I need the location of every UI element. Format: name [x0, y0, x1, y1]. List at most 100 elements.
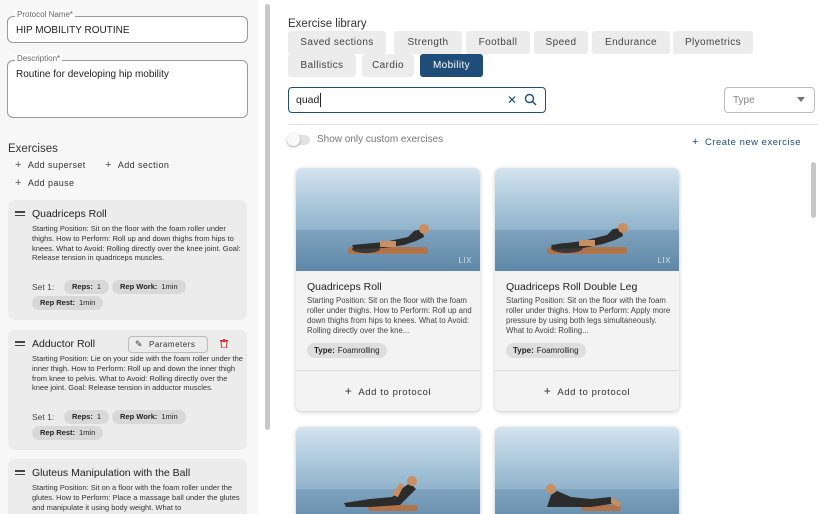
exercise-name: Adductor Roll	[32, 338, 96, 350]
plus-icon: +	[543, 384, 552, 398]
create-new-exercise-button[interactable]: + Create new exercise	[692, 136, 801, 148]
protocol-description-value[interactable]: Routine for developing hip mobility	[16, 69, 169, 80]
exercise-description: Starting Position: Lie on your side with…	[32, 354, 243, 393]
add-to-protocol-button[interactable]: + Add to protocol	[495, 384, 679, 398]
rep-work-label: Rep Work:	[120, 282, 158, 291]
set-label: Set 1:	[32, 282, 55, 292]
custom-exercises-toggle-label: Show only custom exercises	[317, 134, 444, 145]
rep-rest-label: Rep Rest:	[40, 298, 76, 307]
protocol-editor-panel: Protocol Name* HIP MOBILITY ROUTINE Desc…	[0, 0, 258, 514]
parameters-button[interactable]: ✎ Parameters	[128, 336, 208, 353]
add-to-protocol-button[interactable]: + Add to protocol	[296, 384, 480, 398]
exercise-description: Starting Position: Sit on a floor with t…	[32, 483, 240, 512]
exercise-library-card[interactable]	[495, 427, 679, 514]
protocol-description-field[interactable]: Description* Routine for developing hip …	[7, 54, 248, 118]
watermark-text: LIX	[458, 256, 472, 265]
create-new-exercise-label: Create new exercise	[704, 137, 802, 148]
tab-mobility[interactable]: Mobility	[420, 54, 483, 77]
tab-strength[interactable]: Strength	[394, 31, 462, 54]
add-to-protocol-label: Add to protocol	[358, 387, 432, 398]
divider	[288, 124, 818, 125]
person-foam-rolling-illustration	[348, 224, 429, 254]
tab-speed[interactable]: Speed	[534, 31, 588, 54]
app-root: Protocol Name* HIP MOBILITY ROUTINE Desc…	[0, 0, 818, 514]
rep-rest-label: Rep Rest:	[40, 428, 76, 437]
exercise-library-heading: Exercise library	[288, 18, 367, 30]
search-input[interactable]: quad ✕	[288, 87, 546, 113]
plus-icon: +	[105, 159, 112, 171]
library-scrollbar[interactable]	[811, 162, 816, 218]
exercise-card[interactable]: Gluteus Manipulation with the Ball Start…	[8, 459, 247, 514]
search-icon[interactable]	[524, 93, 537, 106]
type-filter-select[interactable]: Type	[724, 87, 815, 113]
add-section-label: Add section	[117, 160, 170, 170]
person-foam-rolling-illustration	[546, 484, 621, 511]
reps-value: 1	[96, 412, 102, 421]
tab-plyometrics[interactable]: Plyometrics	[673, 31, 753, 54]
card-description: Starting Position: Sit on the floor with…	[506, 296, 671, 335]
clear-search-icon[interactable]: ✕	[507, 93, 517, 107]
protocol-name-value[interactable]: HIP MOBILITY ROUTINE	[16, 25, 130, 36]
type-badge-label: Type:	[314, 346, 335, 355]
reps-label: Reps:	[72, 282, 93, 291]
type-filter-placeholder: Type	[733, 95, 755, 106]
set-label: Set 1:	[32, 412, 55, 422]
add-superset-button[interactable]: + Add superset	[15, 159, 86, 171]
reps-chip[interactable]: Reps: 1	[64, 410, 110, 424]
tab-cardio[interactable]: Cardio	[362, 54, 414, 77]
add-section-button[interactable]: + Add section	[105, 159, 169, 171]
protocol-name-label: Protocol Name*	[15, 10, 76, 19]
rep-rest-chip[interactable]: Rep Rest: 1min	[32, 426, 104, 440]
rep-work-chip[interactable]: Rep Work: 1min	[112, 280, 186, 294]
person-foam-rolling-illustration	[547, 223, 628, 254]
exercise-thumbnail: LIX	[296, 168, 480, 271]
exercise-card[interactable]: Quadriceps Roll Starting Position: Sit o…	[8, 200, 247, 320]
drag-handle-icon[interactable]	[15, 470, 25, 477]
exercise-thumbnail	[495, 427, 679, 514]
tab-ballistics[interactable]: Ballistics	[288, 54, 356, 77]
trash-icon[interactable]	[220, 339, 228, 348]
chevron-down-icon	[797, 97, 805, 102]
exercise-description: Starting Position: Sit on the floor with…	[32, 224, 241, 263]
plus-icon: +	[15, 159, 22, 171]
exercise-library-card[interactable]: LIX Quadriceps Roll Starting Position: S…	[296, 168, 480, 411]
rep-rest-value: 1min	[79, 298, 96, 307]
add-pause-label: Add pause	[27, 178, 75, 188]
rep-work-value: 1min	[161, 412, 178, 421]
card-divider	[495, 370, 679, 371]
card-divider	[296, 370, 480, 371]
tab-endurance[interactable]: Endurance	[592, 31, 670, 54]
plus-icon: +	[15, 177, 22, 189]
left-panel-scrollbar[interactable]	[265, 4, 270, 430]
exercise-library-card[interactable]	[296, 427, 480, 514]
parameters-label: Parameters	[149, 340, 196, 349]
rep-work-chip[interactable]: Rep Work: 1min	[112, 410, 186, 424]
type-badge-value: Foamrolling	[536, 346, 579, 355]
reps-label: Reps:	[72, 412, 93, 421]
custom-exercises-toggle[interactable]	[287, 133, 310, 146]
pencil-icon: ✎	[135, 339, 144, 349]
exercise-card[interactable]: Adductor Roll ✎ Parameters Starting Posit…	[8, 330, 247, 450]
card-title: Quadriceps Roll Double Leg	[506, 281, 638, 293]
exercise-library-card[interactable]: LIX Quadriceps Roll Double Leg Starting …	[495, 168, 679, 411]
drag-handle-icon[interactable]	[15, 341, 25, 348]
toggle-knob	[287, 133, 300, 146]
protocol-name-field[interactable]: Protocol Name* HIP MOBILITY ROUTINE	[7, 10, 248, 43]
plus-icon: +	[692, 136, 699, 148]
drag-handle-icon[interactable]	[15, 211, 25, 218]
add-to-protocol-label: Add to protocol	[557, 387, 631, 398]
card-description: Starting Position: Sit on the floor with…	[307, 296, 472, 335]
search-value: quad	[296, 94, 320, 106]
tab-saved-sections[interactable]: Saved sections	[288, 31, 386, 54]
reps-value: 1	[96, 282, 102, 291]
rep-work-value: 1min	[161, 282, 178, 291]
rep-work-label: Rep Work:	[120, 412, 158, 421]
type-badge: Type: Foamrolling	[506, 343, 586, 358]
tab-football[interactable]: Football	[466, 31, 530, 54]
type-badge-label: Type:	[513, 346, 534, 355]
rep-rest-chip[interactable]: Rep Rest: 1min	[32, 296, 104, 310]
type-badge: Type: Foamrolling	[307, 343, 387, 358]
add-pause-button[interactable]: + Add pause	[15, 177, 74, 189]
reps-chip[interactable]: Reps: 1	[64, 280, 110, 294]
text-caret	[320, 93, 321, 107]
